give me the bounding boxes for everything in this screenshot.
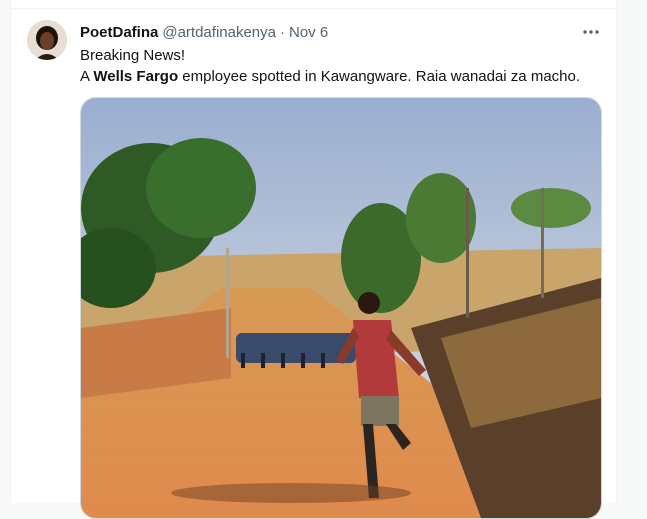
bold-text: Wells Fargo	[93, 68, 179, 85]
more-horizontal-icon[interactable]	[579, 22, 603, 42]
tweet-media-photo[interactable]	[80, 97, 602, 519]
tweet-text: Breaking News! A Wells Fargo employee sp…	[80, 45, 605, 87]
divider	[11, 8, 616, 9]
display-name[interactable]: PoetDafina	[80, 24, 158, 41]
text-prefix: A	[80, 68, 94, 85]
user-handle[interactable]: @artdafinakenya	[162, 24, 276, 41]
timeline-column: PoetDafina @artdafinakenya · Nov 6 Break…	[10, 0, 617, 519]
tweet-line: Breaking News!	[80, 47, 186, 64]
avatar[interactable]	[27, 20, 67, 60]
tweet-date[interactable]: Nov 6	[289, 24, 328, 41]
text-suffix: employee spotted in Kawangware. Raia wan…	[178, 68, 581, 85]
tweet-line: A Wells Fargo employee spotted in Kawang…	[80, 66, 605, 87]
separator-dot: ·	[280, 23, 285, 41]
tweet-header: PoetDafina @artdafinakenya · Nov 6	[80, 22, 328, 42]
